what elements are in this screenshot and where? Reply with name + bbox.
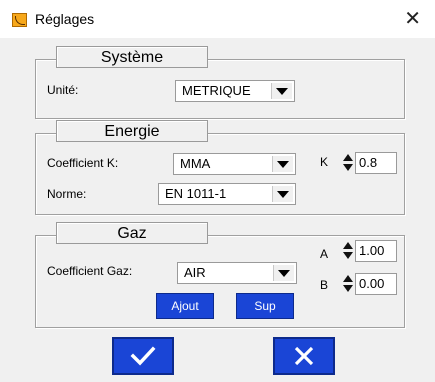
spin-down-icon[interactable] (343, 164, 353, 171)
k-label: K (320, 155, 329, 169)
spin-up-icon[interactable] (343, 275, 353, 282)
coef-k-label: Coefficient K: (47, 156, 119, 170)
window-close-button[interactable]: ✕ (404, 9, 421, 29)
spin-up-icon[interactable] (343, 154, 353, 161)
coef-k-select[interactable]: MMA (173, 153, 296, 175)
close-icon (294, 346, 314, 366)
settings-app-icon (12, 13, 27, 27)
ajout-button[interactable]: Ajout (156, 293, 214, 319)
gaz-legend: Gaz (56, 222, 208, 244)
a-label: A (320, 247, 329, 261)
sup-button[interactable]: Sup (236, 293, 294, 319)
ok-button[interactable] (112, 337, 174, 375)
settings-window: Réglages ✕ Système Unité: METRIQUE Energ… (0, 0, 435, 382)
norme-select[interactable]: EN 1011-1 (158, 183, 296, 205)
coef-gaz-label: Coefficient Gaz: (47, 264, 133, 278)
unite-select-value: METRIQUE (182, 83, 251, 98)
energie-legend: Energie (56, 120, 208, 142)
window-title: Réglages (35, 11, 95, 27)
coef-gaz-select[interactable]: AIR (177, 262, 297, 284)
unite-label: Unité: (47, 83, 79, 97)
b-spinner-arrows[interactable] (343, 273, 353, 295)
b-value-field[interactable]: 0.00 (355, 273, 397, 295)
k-value-field[interactable]: 0.8 (355, 152, 397, 174)
chevron-down-icon[interactable] (272, 186, 293, 202)
k-spinner-arrows[interactable] (343, 152, 353, 174)
spin-down-icon[interactable] (343, 252, 353, 259)
checkmark-icon (130, 346, 156, 366)
b-label: B (320, 278, 329, 292)
a-spinner-arrows[interactable] (343, 240, 353, 262)
norme-label: Norme: (47, 187, 87, 201)
a-value-field[interactable]: 1.00 (355, 240, 397, 262)
norme-select-value: EN 1011-1 (165, 186, 227, 201)
systeme-legend: Système (56, 46, 208, 68)
title-bar: Réglages ✕ (0, 0, 435, 38)
unite-select[interactable]: METRIQUE (175, 80, 295, 102)
spin-up-icon[interactable] (343, 242, 353, 249)
chevron-down-icon[interactable] (273, 265, 294, 281)
coef-gaz-select-value: AIR (184, 265, 206, 280)
chevron-down-icon[interactable] (271, 83, 292, 99)
spin-down-icon[interactable] (343, 285, 353, 292)
coef-k-select-value: MMA (180, 156, 211, 171)
cancel-button[interactable] (273, 337, 335, 375)
chevron-down-icon[interactable] (272, 156, 293, 172)
